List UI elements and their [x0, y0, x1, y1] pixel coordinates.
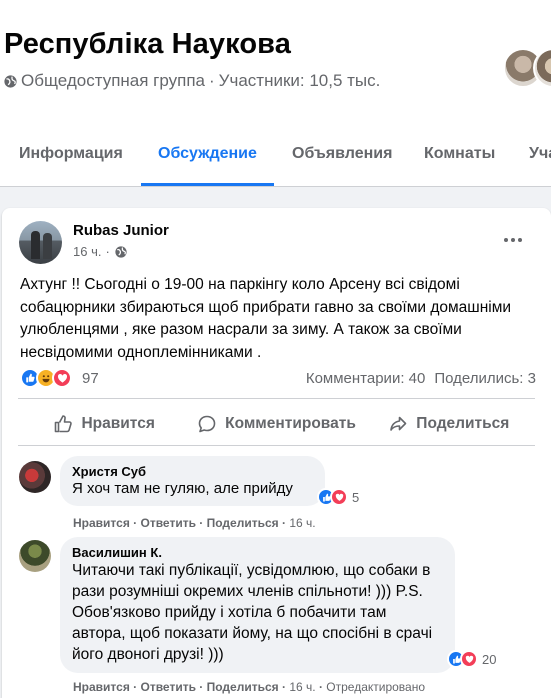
group-tabs: Информация Обсуждение Объявления Комнаты… — [0, 124, 551, 187]
comment-bubble: Василишин К. Читаючи такі публікації, ус… — [60, 537, 455, 673]
author-avatar[interactable] — [19, 221, 62, 264]
comment-time[interactable]: 16 ч. — [289, 680, 315, 694]
comment-text: Я хоч там не гуляю, але прийду — [72, 480, 293, 497]
love-reaction-icon — [52, 368, 72, 388]
post-text: Ахтунг !! Сьогодні о 19-00 на паркінгу к… — [20, 276, 512, 361]
like-button[interactable]: Нравится — [18, 404, 190, 444]
post-timestamp: 16 ч. · — [73, 244, 127, 259]
comment-reaction-count: 5 — [352, 489, 360, 505]
love-reaction-icon — [330, 488, 348, 506]
post-card: Rubas Junior 16 ч. · Ахтунг !! Сьогодні … — [2, 208, 551, 698]
comment-share-button[interactable]: Поделиться — [207, 680, 279, 694]
commenter-avatar[interactable] — [19, 540, 51, 572]
share-icon — [390, 416, 407, 431]
reaction-count[interactable]: 97 — [82, 370, 99, 387]
group-members[interactable]: Участники: 10,5 тыс. — [219, 71, 381, 91]
reaction-summary[interactable]: 97 — [20, 368, 99, 388]
comment-reactions[interactable]: 5 — [317, 488, 359, 506]
comment-time[interactable]: 16 ч. — [289, 516, 315, 530]
divider — [18, 445, 535, 446]
shares-count[interactable]: Поделились: 3 — [434, 370, 536, 387]
divider — [0, 186, 551, 187]
tab-rooms[interactable]: Комнаты — [424, 124, 495, 184]
comment-button[interactable]: Комментировать — [190, 404, 362, 444]
member-avatars[interactable] — [503, 48, 551, 88]
more-icon[interactable] — [495, 230, 531, 250]
comment-share-button[interactable]: Поделиться — [207, 516, 279, 530]
comment-reactions[interactable]: 20 — [447, 650, 496, 668]
tab-announcements[interactable]: Объявления — [292, 124, 392, 184]
comment-reaction-count: 20 — [482, 651, 497, 667]
comments-count[interactable]: Комментарии: 40 — [306, 370, 426, 387]
comment-text: Читаючи такі публікації, усвідомлюю, що … — [72, 562, 433, 663]
comment-author[interactable]: Христя Суб — [72, 464, 313, 479]
share-button[interactable]: Поделиться — [363, 404, 535, 444]
comment-actions: Нравится · Ответить · Поделиться · 16 ч. — [73, 516, 316, 530]
edited-label[interactable]: Отредактировано — [326, 680, 425, 694]
group-privacy[interactable]: Общедоступная группа — [21, 71, 205, 91]
tab-discussion[interactable]: Обсуждение — [158, 124, 257, 184]
comment-actions: Нравится · Ответить · Поделиться · 16 ч.… — [73, 680, 426, 694]
group-meta: Общедоступная группа · Участники: 10,5 т… — [4, 71, 380, 91]
post-author[interactable]: Rubas Junior — [73, 222, 169, 239]
post-time[interactable]: 16 ч. — [73, 244, 101, 259]
comment-bubble: Христя Суб Я хоч там не гуляю, але прийд… — [60, 456, 325, 506]
comment-like-button[interactable]: Нравится — [73, 680, 130, 694]
divider — [18, 398, 535, 399]
comment-icon — [198, 415, 216, 433]
tab-members[interactable]: Уча — [529, 124, 551, 184]
commenter-avatar[interactable] — [19, 461, 51, 493]
post-stats: Комментарии: 40 Поделились: 3 — [306, 370, 536, 387]
post-actions: Нравится Комментировать Поделиться — [18, 404, 535, 444]
love-reaction-icon — [460, 650, 478, 668]
comment-reply-button[interactable]: Ответить — [141, 516, 196, 530]
comment-reply-button[interactable]: Ответить — [141, 680, 196, 694]
globe-icon — [4, 74, 17, 88]
group-header: Республіка Наукова Общедоступная группа … — [0, 0, 551, 187]
like-icon — [55, 415, 73, 433]
group-title[interactable]: Республіка Наукова — [4, 28, 291, 61]
comment-author[interactable]: Василишин К. — [72, 545, 443, 560]
tab-info[interactable]: Информация — [19, 124, 123, 184]
globe-icon — [115, 245, 127, 258]
comment-like-button[interactable]: Нравится — [73, 516, 130, 530]
